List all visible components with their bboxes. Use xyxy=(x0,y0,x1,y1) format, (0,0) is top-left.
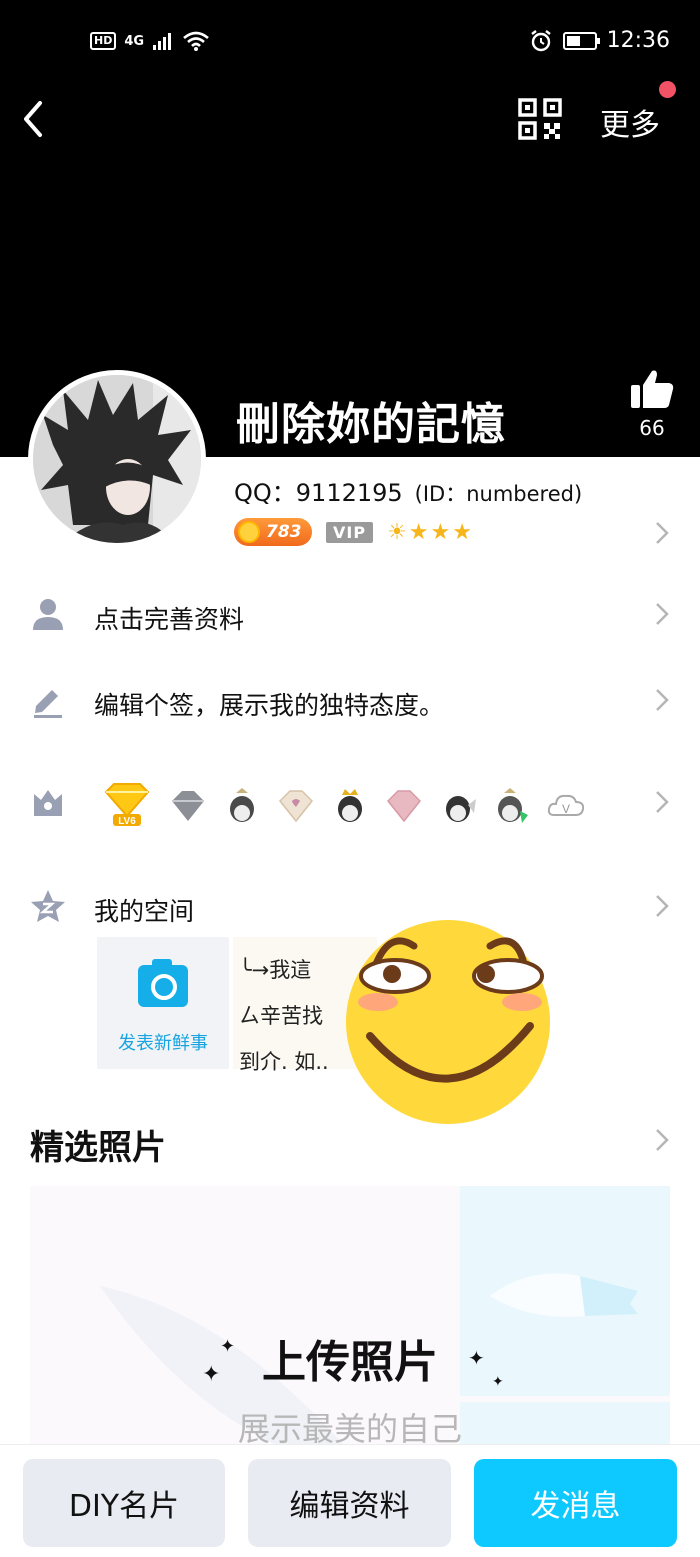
person-icon xyxy=(33,599,63,630)
yellow-diamond-lv6-icon: LV6 xyxy=(104,783,150,827)
green-penguin-icon xyxy=(498,788,528,823)
upload-photo-area[interactable]: ✦ ✦ ✦ ✦ 上传照片 展示最美的自己 xyxy=(30,1186,670,1476)
status-bar: HD 4G 12:36 xyxy=(0,26,700,60)
back-arrow-icon[interactable] xyxy=(14,95,54,143)
crowned-penguin-icon xyxy=(338,789,362,822)
badge-list: LV6 V xyxy=(100,782,586,828)
chevron-right-icon[interactable] xyxy=(654,520,670,546)
upload-photo-title: 上传照片 xyxy=(262,1337,438,1388)
space-preview: 发表新鲜事 ╰→我這 ㄙ辛苦找 到介. 如.. xyxy=(97,937,377,1074)
alarm-icon xyxy=(530,29,551,51)
notification-dot xyxy=(659,81,676,98)
vip-badge: VIP xyxy=(326,521,374,543)
like-count: 66 xyxy=(639,416,665,440)
wing-penguin-icon xyxy=(446,796,476,822)
svg-text:V: V xyxy=(562,802,570,816)
post-new-label: 发表新鲜事 xyxy=(118,1033,208,1054)
svg-text:LV6: LV6 xyxy=(118,816,136,827)
sun-icon: ☀ xyxy=(387,519,407,545)
qq-label: QQ： xyxy=(234,479,296,507)
post-new-button[interactable]: 发表新鲜事 xyxy=(97,937,229,1069)
cloud-vip-icon: V xyxy=(547,794,585,816)
thumbs-up-icon xyxy=(631,370,674,408)
send-message-button[interactable]: 发消息 xyxy=(474,1459,677,1547)
chevron-right-icon xyxy=(656,791,669,813)
more-button[interactable]: 更多 xyxy=(600,100,660,144)
clock: 12:36 xyxy=(606,28,670,53)
chevron-right-icon[interactable] xyxy=(654,1127,670,1153)
coin-value: 783 xyxy=(266,522,302,542)
qq-info: QQ：9112195 (ID：numbered) xyxy=(234,473,582,508)
pencil-icon xyxy=(34,690,62,718)
star-z-icon xyxy=(31,890,65,922)
qq-number: 9112195 xyxy=(295,479,403,507)
level-stars: ☀ ★ ★ ★ xyxy=(387,520,472,545)
like-button[interactable]: 66 xyxy=(626,368,678,440)
avatar-photo xyxy=(33,375,201,543)
star-icon: ★ xyxy=(430,519,451,545)
row-complete-profile[interactable]: 点击完善资料 xyxy=(0,580,700,650)
battery-icon xyxy=(562,31,600,50)
hd-indicator: HD xyxy=(90,32,117,50)
featured-photos-title: 精选照片 xyxy=(30,1128,166,1168)
gray-diamond-icon xyxy=(172,791,204,821)
avatar[interactable] xyxy=(28,370,206,548)
pink-diamond-icon xyxy=(278,790,314,823)
my-space-label: 我的空间 xyxy=(94,897,195,926)
chevron-right-icon xyxy=(656,603,669,625)
edit-profile-button[interactable]: 编辑资料 xyxy=(248,1459,451,1547)
signal-icon xyxy=(153,33,172,50)
bottom-action-bar: DIY名片 编辑资料 发消息 xyxy=(0,1444,700,1557)
star-icon: ★ xyxy=(408,519,429,545)
row-edit-signature[interactable]: 编辑个签，展示我的独特态度。 xyxy=(0,666,700,736)
level-badges[interactable]: 783 VIP ☀ ★ ★ ★ xyxy=(234,518,472,546)
crown-box-icon xyxy=(34,790,62,816)
wifi-icon xyxy=(183,31,209,51)
smirk-emoji-sticker[interactable] xyxy=(340,916,556,1128)
complete-profile-label: 点击完善资料 xyxy=(94,605,245,634)
chevron-right-icon xyxy=(656,689,669,711)
star-icon: ★ xyxy=(452,519,472,545)
qq-id: (ID：numbered) xyxy=(414,482,583,506)
chevron-right-icon xyxy=(656,895,669,917)
edit-signature-label: 编辑个签，展示我的独特态度。 xyxy=(94,691,445,720)
nickname: 刪除妳的記憶 xyxy=(236,399,506,450)
coin-badge: 783 xyxy=(234,518,312,546)
network-type: 4G xyxy=(124,33,145,49)
camera-icon xyxy=(138,959,188,1007)
qr-code-icon[interactable] xyxy=(518,98,562,140)
rose-diamond-icon xyxy=(386,790,422,823)
coin-icon xyxy=(238,521,260,543)
penguin-badge-icon xyxy=(230,788,254,822)
diy-card-button[interactable]: DIY名片 xyxy=(23,1459,225,1547)
